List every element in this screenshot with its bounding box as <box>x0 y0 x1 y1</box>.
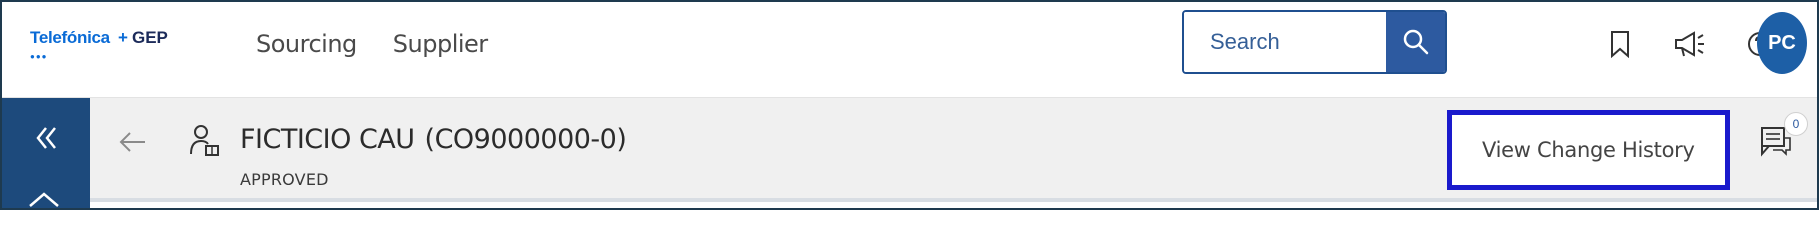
logo-gep-text: GEP <box>132 28 168 47</box>
back-button[interactable] <box>117 126 149 158</box>
page-title: FICTICIO CAU (CO9000000-0) <box>240 124 627 155</box>
home-button[interactable] <box>22 180 66 208</box>
user-avatar[interactable]: PC <box>1757 12 1807 74</box>
comment-count-badge: 0 <box>1784 112 1808 136</box>
status-label: APPROVED <box>240 170 329 189</box>
supplier-name: FICTICIO CAU <box>240 124 415 155</box>
collapse-sidebar-button[interactable] <box>26 118 66 158</box>
supplier-code: (CO9000000-0) <box>424 124 627 155</box>
main-nav: Sourcing Supplier <box>256 30 488 58</box>
company-logo[interactable]: Telefónica + GEP ●●● <box>30 28 200 68</box>
bookmark-icon <box>1611 31 1629 58</box>
megaphone-icon <box>1675 31 1704 57</box>
nav-supplier[interactable]: Supplier <box>393 30 488 58</box>
bookmark-button[interactable] <box>1598 22 1642 66</box>
arrow-left-icon <box>119 132 145 152</box>
logo-plus: + <box>118 28 128 47</box>
logo-dots: ●●● <box>30 52 48 61</box>
search-button[interactable] <box>1386 12 1445 72</box>
sidebar-collapsed <box>2 98 90 208</box>
nav-sourcing[interactable]: Sourcing <box>256 30 357 58</box>
top-header: Telefónica + GEP ●●● Sourcing Supplier S… <box>2 2 1817 98</box>
view-change-history-button[interactable]: View Change History <box>1447 110 1730 190</box>
double-chevron-left-icon <box>36 127 56 149</box>
supplier-icon <box>190 124 220 158</box>
announcements-button[interactable] <box>1668 22 1712 66</box>
app-frame: Telefónica + GEP ●●● Sourcing Supplier S… <box>0 0 1819 210</box>
search-box <box>1182 10 1447 74</box>
search-input[interactable] <box>1184 12 1386 72</box>
home-icon <box>29 192 59 207</box>
search-icon <box>1403 29 1428 55</box>
logo-telefonica-text: Telefónica <box>30 28 110 47</box>
comments-button[interactable]: 0 <box>1759 112 1809 162</box>
